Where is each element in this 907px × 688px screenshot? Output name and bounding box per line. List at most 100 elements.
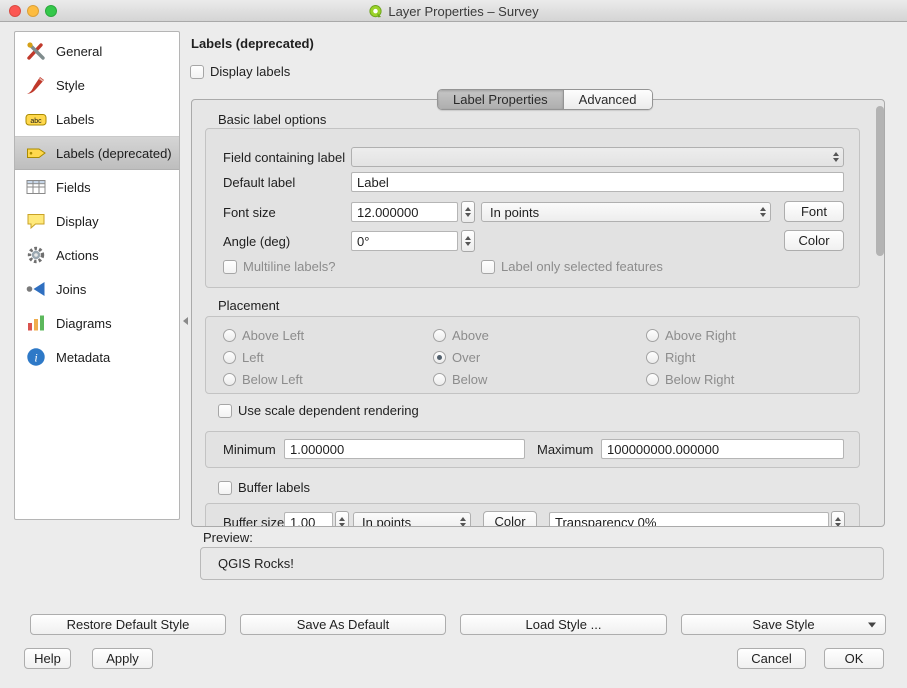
label-only-selected-checkbox[interactable] [481,260,495,274]
load-style-button[interactable]: Load Style ... [460,614,667,635]
radio-icon[interactable] [646,373,659,386]
metadata-icon: i [25,346,47,368]
tab-label-properties[interactable]: Label Properties [438,90,563,109]
panel-heading: Labels (deprecated) [191,36,314,51]
default-label-label: Default label [223,175,295,190]
radio-label: Below [452,372,487,387]
placement-radio-right[interactable]: Right [646,350,695,365]
scale-dependent-label: Use scale dependent rendering [238,403,419,418]
radio-label: Above Right [665,328,736,343]
font-size-stepper[interactable] [461,201,475,223]
radio-icon[interactable] [433,373,446,386]
panel-scrollbar[interactable] [876,102,884,526]
placement-radio-below-left[interactable]: Below Left [223,372,303,387]
sidebar-item-labels[interactable]: abc Labels [15,102,179,136]
layer-properties-dialog: { "window": { "title": "Layer Properties… [0,0,907,688]
radio-icon[interactable] [223,351,236,364]
buffer-labels-checkbox[interactable] [218,481,232,495]
help-button[interactable]: Help [24,648,71,669]
radio-icon[interactable] [646,351,659,364]
tab-advanced[interactable]: Advanced [563,90,652,109]
basic-label-options-title: Basic label options [218,112,326,127]
minimum-input[interactable] [284,439,525,459]
apply-button[interactable]: Apply [92,648,153,669]
multiline-labels-row: Multiline labels? [223,259,336,274]
placement-radio-above-right[interactable]: Above Right [646,328,736,343]
label-only-selected-row: Label only selected features [481,259,663,274]
style-icon [25,74,47,96]
default-label-input[interactable] [351,172,844,192]
label-properties-panel: Basic label options Field containing lab… [191,99,885,527]
save-as-default-button[interactable]: Save As Default [240,614,446,635]
sidebar-item-label: General [56,44,102,59]
minimum-label: Minimum [223,442,276,457]
font-units-combo[interactable]: In points [481,202,771,222]
radio-label: Below Left [242,372,303,387]
radio-icon[interactable] [223,373,236,386]
placement-radio-above-left[interactable]: Above Left [223,328,304,343]
maximum-input[interactable] [601,439,844,459]
color-button[interactable]: Color [784,230,844,251]
font-size-input[interactable] [351,202,458,222]
font-button[interactable]: Font [784,201,844,222]
cancel-button[interactable]: Cancel [737,648,806,669]
placement-radio-below[interactable]: Below [433,372,487,387]
diagrams-icon [25,312,47,334]
sidebar-item-metadata[interactable]: i Metadata [15,340,179,374]
qgis-logo-icon [368,4,383,19]
radio-label: Over [452,350,480,365]
titlebar: Layer Properties – Survey [0,0,907,22]
buffer-units-combo[interactable]: In points [353,512,471,527]
save-style-button[interactable]: Save Style [681,614,886,635]
scale-dependent-checkbox[interactable] [218,404,232,418]
sidebar-item-diagrams[interactable]: Diagrams [15,306,179,340]
sidebar-item-display[interactable]: Display [15,204,179,238]
tab-bar: Label Properties Advanced [437,89,653,110]
placement-radio-above[interactable]: Above [433,328,489,343]
field-containing-label-combo[interactable] [351,147,844,167]
buffer-transparency-input[interactable] [549,512,829,527]
buffer-color-button[interactable]: Color [483,511,537,527]
svg-text:abc: abc [30,118,42,125]
ok-button[interactable]: OK [824,648,884,669]
sidebar-item-actions[interactable]: Actions [15,238,179,272]
preview-box: QGIS Rocks! [200,547,884,580]
display-labels-row: Display labels [190,64,290,79]
placement-radio-below-right[interactable]: Below Right [646,372,734,387]
preview-label: Preview: [203,530,253,545]
field-containing-label-label: Field containing label [223,150,345,165]
sidebar-item-label: Joins [56,282,86,297]
placement-radio-left[interactable]: Left [223,350,264,365]
sidebar-item-label: Display [56,214,99,229]
sidebar-item-general[interactable]: General [15,34,179,68]
restore-default-style-button[interactable]: Restore Default Style [30,614,226,635]
sidebar-splitter-handle[interactable] [181,308,189,334]
labels-deprecated-icon [25,142,47,164]
radio-icon[interactable] [433,351,446,364]
sidebar-item-fields[interactable]: Fields [15,170,179,204]
label-only-selected-label: Label only selected features [501,259,663,274]
radio-label: Left [242,350,264,365]
multiline-labels-label: Multiline labels? [243,259,336,274]
display-labels-checkbox[interactable] [190,65,204,79]
angle-stepper[interactable] [461,230,475,252]
scale-dependent-row: Use scale dependent rendering [218,403,419,418]
labels-icon: abc [25,108,47,130]
maximum-label: Maximum [537,442,593,457]
angle-input[interactable] [351,231,458,251]
sidebar-item-labels-deprecated[interactable]: Labels (deprecated) [15,136,179,170]
sidebar-item-style[interactable]: Style [15,68,179,102]
buffer-transparency-stepper[interactable] [831,511,845,527]
radio-icon[interactable] [223,329,236,342]
sidebar-item-joins[interactable]: Joins [15,272,179,306]
display-labels-label: Display labels [210,64,290,79]
buffer-size-input[interactable] [284,512,333,527]
buffer-size-stepper[interactable] [335,511,349,527]
panel-scrollbar-thumb[interactable] [876,106,884,256]
radio-icon[interactable] [433,329,446,342]
radio-icon[interactable] [646,329,659,342]
chevron-down-icon [868,622,876,627]
placement-radio-over[interactable]: Over [433,350,480,365]
radio-label: Above Left [242,328,304,343]
multiline-labels-checkbox[interactable] [223,260,237,274]
